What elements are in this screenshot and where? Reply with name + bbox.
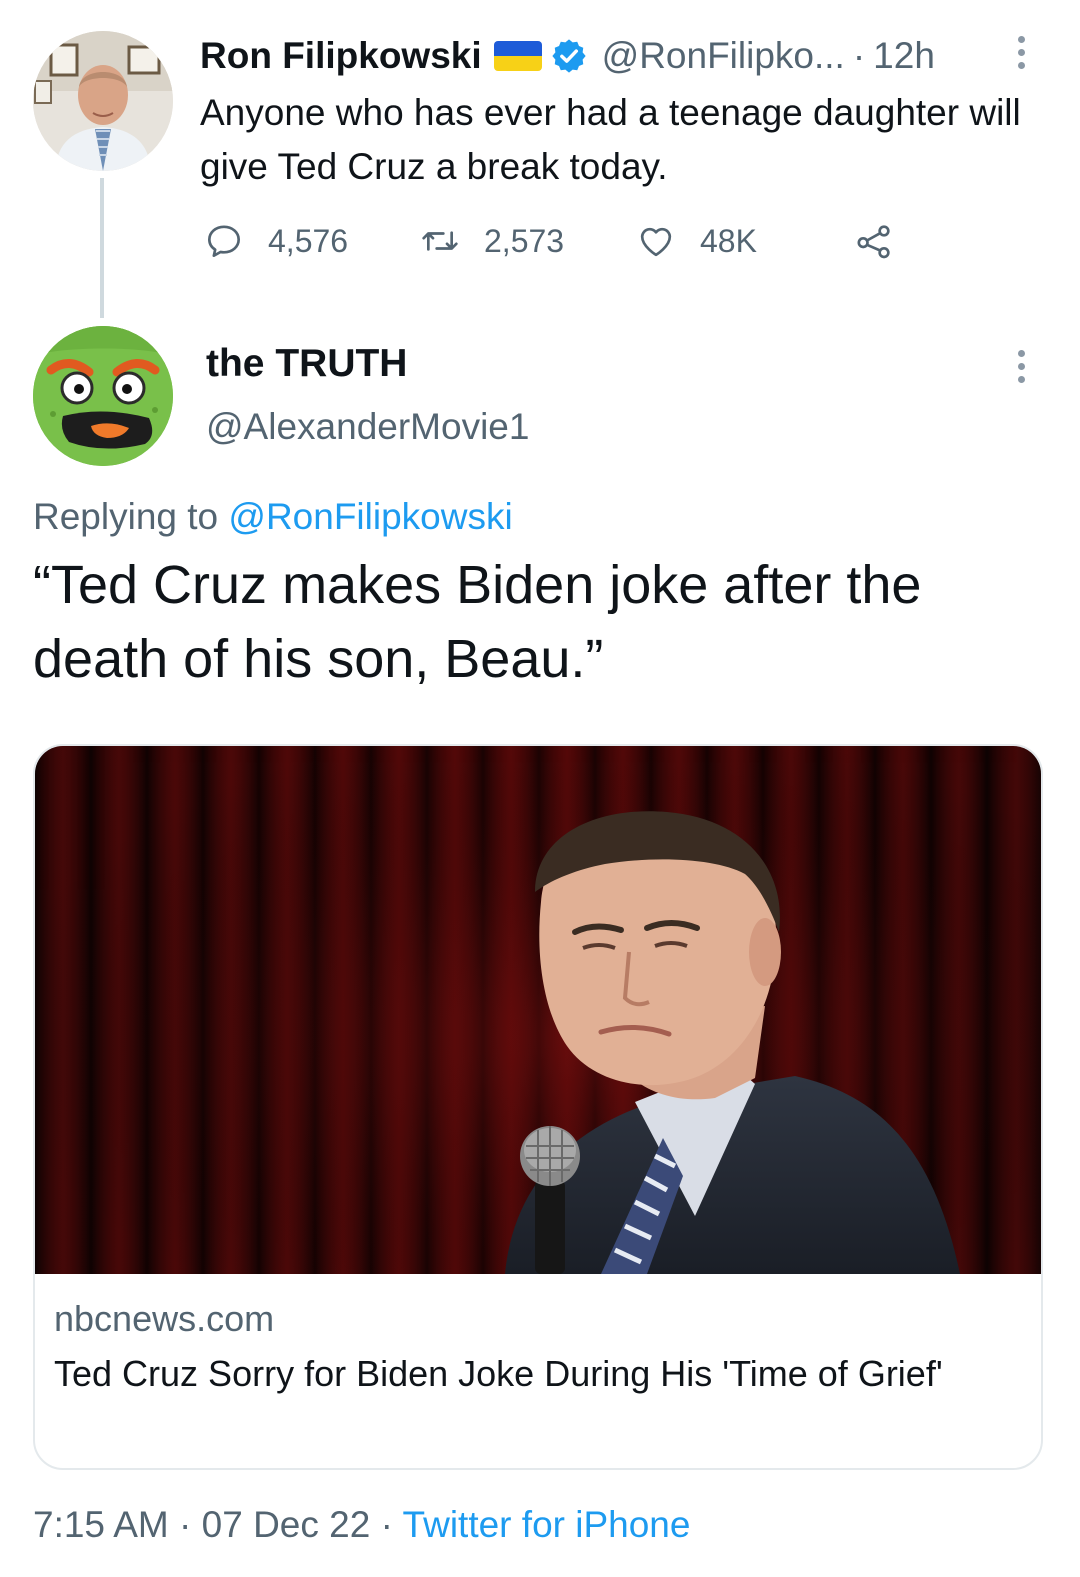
- verified-badge-icon: [552, 39, 586, 73]
- reply-count: 4,576: [268, 222, 349, 259]
- avatar[interactable]: [33, 31, 173, 171]
- tweet-source-link[interactable]: Twitter for iPhone: [403, 1504, 691, 1545]
- replying-to: Replying to @RonFilipkowski: [33, 496, 513, 538]
- tweet-date[interactable]: 07 Dec 22: [202, 1504, 371, 1545]
- replying-to-mention[interactable]: @RonFilipkowski: [228, 496, 512, 537]
- retweet-icon: [422, 231, 458, 251]
- tweet-footer: 7:15 AM · 07 Dec 22 · Twitter for iPhone: [33, 1504, 690, 1546]
- share-icon: [857, 225, 890, 259]
- link-card-domain: nbcnews.com: [54, 1298, 275, 1339]
- avatar[interactable]: [33, 326, 173, 466]
- more-options-icon[interactable]: [1016, 350, 1026, 383]
- reply-button[interactable]: 4,576: [204, 218, 348, 264]
- timestamp[interactable]: 12h: [873, 35, 935, 77]
- display-name[interactable]: Ron Filipkowski: [200, 35, 482, 77]
- avatar-photo: [33, 31, 173, 171]
- like-count: 48K: [700, 222, 757, 259]
- display-name[interactable]: the TRUTH: [206, 342, 407, 386]
- reply-icon: [208, 225, 241, 257]
- link-card-meta: nbcnews.com Ted Cruz Sorry for Biden Jok…: [35, 1274, 1041, 1468]
- retweet-button[interactable]: 2,573: [420, 218, 564, 264]
- tweet-time[interactable]: 7:15 AM: [33, 1504, 169, 1545]
- share-button[interactable]: [854, 218, 894, 264]
- thread-line: [100, 178, 104, 318]
- handle[interactable]: @AlexanderMovie1: [206, 406, 529, 448]
- separator: ·: [168, 1504, 202, 1545]
- separator: ·: [370, 1504, 403, 1545]
- link-card-image: [35, 746, 1041, 1274]
- avatar-oscar-illustration: [33, 326, 173, 466]
- flag-ukraine-icon: [493, 41, 542, 71]
- like-button[interactable]: 48K: [636, 218, 757, 264]
- tweet-text: “Ted Cruz makes Biden joke after the dea…: [33, 555, 922, 689]
- tweet-actions: 4,576 2,573 48K: [200, 218, 920, 264]
- link-card-title: Ted Cruz Sorry for Biden Joke During His…: [54, 1353, 943, 1394]
- parent-tweet[interactable]: Ron Filipkowski @RonFilipko... · 12h Any…: [0, 0, 1080, 320]
- tweet-text: Anyone who has ever had a teenage daught…: [200, 92, 1021, 187]
- link-card[interactable]: nbcnews.com Ted Cruz Sorry for Biden Jok…: [33, 744, 1043, 1470]
- more-options-icon[interactable]: [1016, 36, 1026, 69]
- tweet-header: Ron Filipkowski @RonFilipko... · 12h: [200, 34, 935, 78]
- replying-prefix: Replying to: [33, 496, 229, 537]
- like-icon: [640, 227, 672, 257]
- retweet-count: 2,573: [484, 222, 565, 259]
- handle[interactable]: @RonFilipko...: [602, 35, 845, 77]
- separator: ·: [852, 35, 866, 76]
